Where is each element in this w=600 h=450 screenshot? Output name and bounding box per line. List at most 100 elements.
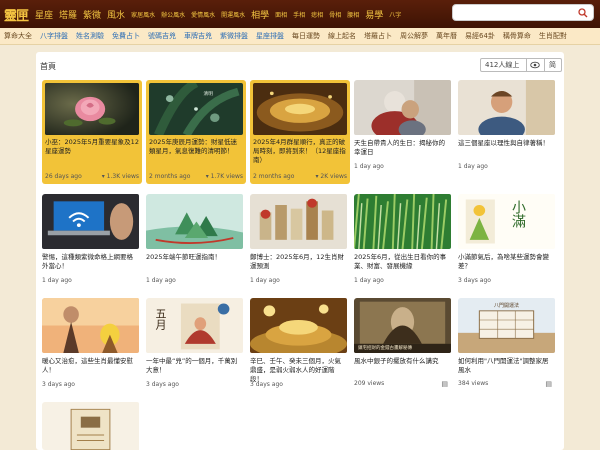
video-thumbnail[interactable] [253,83,347,135]
video-meta: 26 days ago ▾ 1.3K views [45,173,139,180]
online-count-widget: 412人線上 简 [480,58,562,72]
video-card[interactable]: 五月 一年中最“兇”的一個月，千萬別大意！ 3 days ago [146,298,246,402]
video-card[interactable]: 2025年端午節旺運指南！ 1 day ago [146,194,246,298]
video-title[interactable]: 2025年4月群星順行，真正的破局時刻，即將到來！（12星座指南） [253,138,347,165]
subnav-item[interactable]: 姓名測驗 [72,31,108,41]
playlist-icon: ▤ [441,380,448,388]
video-thumbnail[interactable] [45,83,139,135]
view-toggle-button[interactable] [526,59,542,71]
subnav-item[interactable]: 紫微排盤 [216,31,252,41]
video-title[interactable]: 小滿節氣后，為啥某些運勢會變差？ [458,253,552,271]
nav-love-fengshui[interactable]: 愛情風水 [188,10,218,19]
video-thumbnail[interactable] [354,194,451,249]
nav-tarot[interactable]: 塔羅 [56,8,80,21]
nav-palm[interactable]: 手相 [290,10,308,19]
video-age: 1 day ago [458,163,488,170]
video-thumbnail[interactable] [42,194,139,249]
video-thumbnail[interactable]: 八門開運法 [458,298,555,353]
online-count: 412人線上 [485,61,520,69]
video-title[interactable]: 2025年端午節旺運指南！ [146,253,240,262]
subnav-item[interactable]: 星座排盤 [252,31,288,41]
subnav-item[interactable]: 號碼吉兇 [144,31,180,41]
subnav-item[interactable]: 易經64卦 [461,31,499,41]
video-title[interactable]: 2025年6月，從出生日看你的事業、財富、發展機緣 [354,253,448,271]
video-title[interactable]: 辛巳、壬午、癸未三個月，火氣鼎盛，是弱火弱水人的好運階段！ [250,357,344,384]
nav-fengshui[interactable]: 風水 [104,8,128,21]
language-toggle-button[interactable]: 简 [544,59,560,71]
subnav-item[interactable]: 八字排盤 [36,31,72,41]
video-card[interactable]: 這三個星座以理性與自律著稱！ 1 day ago [458,80,558,184]
video-thumbnail[interactable] [42,298,139,353]
video-thumbnail[interactable] [146,194,243,249]
subnav-item[interactable]: 稱骨算命 [499,31,535,41]
eye-icon [529,61,540,69]
nav-ziwei[interactable]: 紫微 [80,8,104,21]
video-card[interactable]: 辛巳、壬午、癸未三個月，火氣鼎盛，是弱火弱水人的好運階段！ 3 days ago [250,298,350,402]
video-thumbnail[interactable] [250,298,347,353]
video-card[interactable]: 鎮宅招財的金錢古畫解秘傳 風水中銀子的擺放有什么講究 209 views ▤ [354,298,454,402]
video-thumbnail[interactable]: 鎮宅招財的金錢古畫解秘傳 [354,298,451,353]
subnav-item[interactable]: 免費占卜 [108,31,144,41]
nav-xiangxue[interactable]: 相學 [248,8,272,21]
video-card[interactable]: 八門開運法 如何利用"八門開運法"調整家居風水 384 views ▤ [458,298,558,402]
search-icon[interactable] [578,8,588,18]
nav-home-fengshui[interactable]: 家居風水 [128,10,158,19]
video-card[interactable]: 天生自帶貴人的生日：揭秘你的幸運日 1 day ago [354,80,454,184]
video-thumbnail[interactable]: 清明 [149,83,243,135]
video-card[interactable]: 2025年6月，從出生日看你的事業、財富、發展機緣 1 day ago [354,194,454,298]
subnav-item[interactable]: 算命大全 [0,31,36,41]
nav-face[interactable]: 面相 [272,10,290,19]
video-age: 1 day ago [146,277,176,284]
video-title[interactable]: 這三個星座以理性與自律著稱！ [458,139,552,148]
video-thumbnail[interactable] [354,80,451,135]
video-title[interactable]: 如何利用"八門開運法"調整家居風水 [458,357,552,375]
video-thumbnail[interactable]: 小滿 [458,194,555,249]
subnav-item[interactable]: 周公解夢 [396,31,432,41]
video-card[interactable]: 鄭博士：2025年6月，12生肖財運預測 1 day ago [250,194,350,298]
video-thumbnail[interactable]: 五月 [146,298,243,353]
subnav-item[interactable]: 每日運勢 [288,31,324,41]
nav-bone[interactable]: 骨相 [326,10,344,19]
video-meta: 3 days ago [250,381,344,388]
video-thumbnail[interactable] [458,80,555,135]
subnav-item[interactable]: 線上起名 [324,31,360,41]
top-navigation-bar: 靈匣 星座 塔羅 紫微 風水 家居風水 辦公風水 愛情風水 開運風水 相學 面相… [0,0,600,28]
video-title[interactable]: 暖心又治愈，這些生肖最懂安慰人！ [42,357,136,375]
video-meta: 1 day ago [42,277,136,284]
video-title[interactable]: 風水中銀子的擺放有什么講究 [354,357,448,366]
subnav-item[interactable]: 車牌吉兇 [180,31,216,41]
nav-yixue[interactable]: 易學 [362,8,386,21]
nav-office-fengshui[interactable]: 辦公風水 [158,10,188,19]
video-card[interactable]: 小滿小滿節氣后，為啥某些運勢會變差？ 3 days ago [458,194,558,298]
site-logo[interactable]: 靈匣 [0,0,32,28]
video-title[interactable]: 小巫：2025年5月重要星象及12星座運勢 [45,138,139,156]
video-card[interactable]: 2025年4月群星順行，真正的破局時刻，即將到來！（12星座指南） 2 month… [250,80,350,184]
nav-mole[interactable]: 痣相 [308,10,326,19]
video-card[interactable]: 小巫：2025年5月重要星象及12星座運勢 26 days ago ▾ 1.3K v… [42,80,142,184]
nav-bazi[interactable]: 八字 [386,10,404,19]
video-title[interactable]: 鄭博士：2025年6月，12生肖財運預測 [250,253,344,271]
video-title[interactable]: 2025年庚辰月運勢：財星低迷類星月，氣息復難的清明節！ [149,138,243,156]
video-title[interactable]: 天生自帶貴人的生日：揭秘你的幸運日 [354,139,448,157]
nav-xingzuo[interactable]: 星座 [32,8,56,21]
nav-luck-fengshui[interactable]: 開運風水 [218,10,248,19]
video-title[interactable]: 一年中最“兇”的一個月，千萬別大意！ [146,357,240,375]
video-card[interactable]: 暖心又治愈，這些生肖最懂安慰人！ 3 days ago [42,298,142,402]
video-card[interactable]: 警惕，這種類紫微命格上網要格外當心！ 1 day ago [42,194,142,298]
subnav-item[interactable]: 塔羅占卜 [360,31,396,41]
video-thumbnail[interactable] [42,402,139,450]
video-meta: 1 day ago [250,277,344,284]
video-age: 3 days ago [458,277,491,284]
video-card[interactable]: 清明 2025年庚辰月運勢：財星低迷類星月，氣息復難的清明節！ 2 months a… [146,80,246,184]
thumbnail-caption: 五月 [154,308,167,330]
nav-waist[interactable]: 腰相 [344,10,362,19]
video-card[interactable] [42,402,142,450]
video-title[interactable]: 警惕，這種類紫微命格上網要格外當心！ [42,253,136,271]
breadcrumb[interactable]: 首頁 [40,61,56,72]
subnav-item[interactable]: 萬年曆 [432,31,461,41]
video-meta: 3 days ago [458,277,552,284]
video-meta: 3 days ago [42,381,136,388]
subnav-item[interactable]: 生肖配對 [535,31,571,41]
video-thumbnail[interactable] [250,194,347,249]
search-input[interactable] [452,4,594,21]
